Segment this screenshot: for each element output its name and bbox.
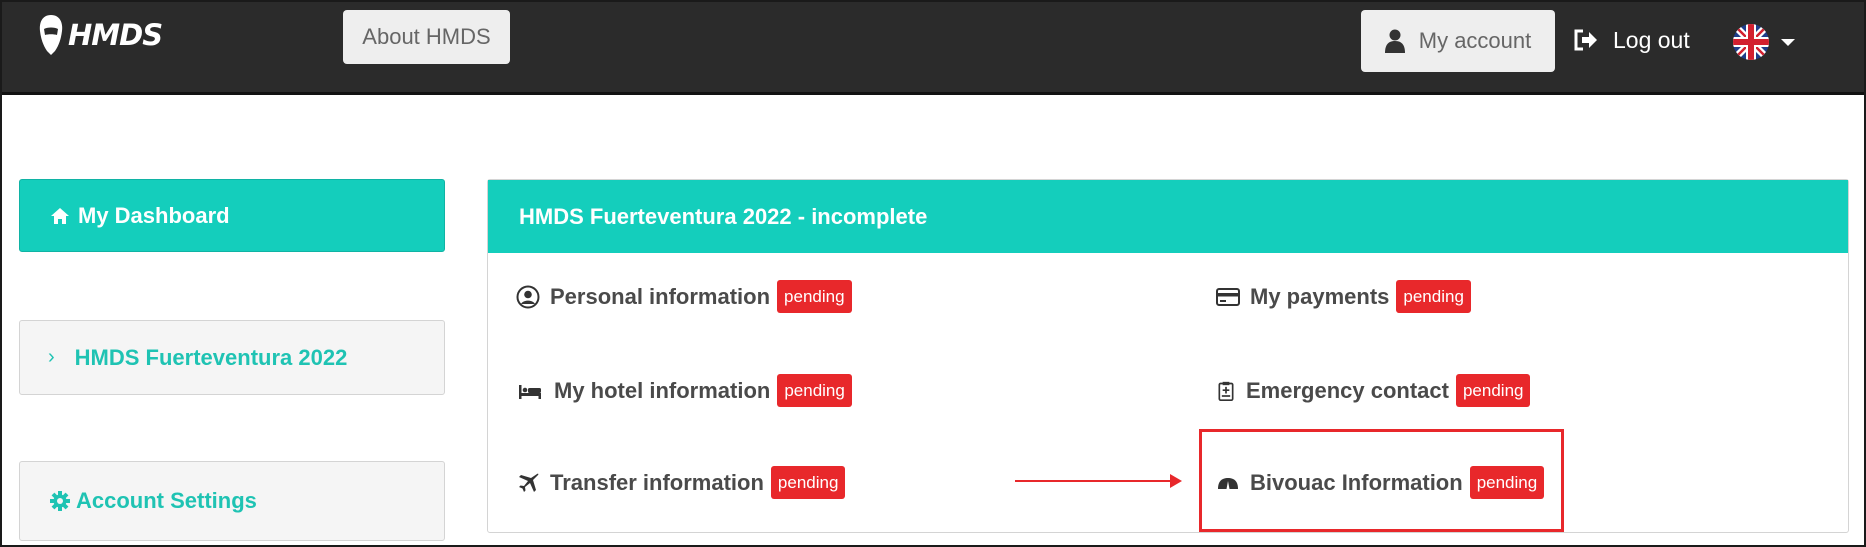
- my-dashboard-label: My Dashboard: [78, 202, 230, 228]
- uk-flag-icon: [1733, 24, 1769, 60]
- status-badge: pending: [777, 280, 852, 313]
- home-icon: [51, 207, 69, 224]
- transfer-information-item[interactable]: Transfer information pending: [516, 466, 846, 499]
- my-account-button[interactable]: My account: [1361, 10, 1555, 72]
- chevron-right-icon: ›: [48, 346, 55, 368]
- item-label: My hotel information: [554, 377, 771, 403]
- clipboard-icon: [1218, 381, 1234, 401]
- language-selector[interactable]: [1733, 20, 1795, 64]
- annotation-arrow: [1015, 474, 1182, 488]
- status-badge: pending: [770, 466, 846, 499]
- item-label: Transfer information: [550, 469, 764, 495]
- log-out-label: Log out: [1613, 26, 1690, 53]
- user-circle-icon: [516, 285, 540, 308]
- about-hmds-button[interactable]: About HMDS: [343, 10, 510, 64]
- log-out-link[interactable]: Log out: [1573, 18, 1690, 62]
- sign-out-icon: [1574, 29, 1597, 51]
- emergency-contact-item[interactable]: Emergency contact pending: [1216, 374, 1531, 407]
- event-label: HMDS Fuerteventura 2022: [74, 344, 348, 370]
- my-account-label: My account: [1418, 28, 1532, 53]
- top-navbar: HMDS About HMDS My account Log out: [0, 0, 1866, 95]
- user-icon: [1384, 29, 1405, 53]
- helmet-logo-icon: [39, 15, 63, 55]
- bed-icon: [519, 384, 541, 399]
- panel-title: HMDS Fuerteventura 2022 - incomplete: [488, 180, 1848, 253]
- item-label: Personal information: [550, 283, 771, 309]
- hmds-logo[interactable]: HMDS: [38, 12, 163, 58]
- plane-icon: [519, 473, 539, 492]
- my-payments-item[interactable]: My payments pending: [1216, 280, 1471, 313]
- sidebar-item-account-settings[interactable]: Account Settings: [19, 461, 445, 541]
- my-hotel-information-item[interactable]: My hotel information pending: [516, 374, 852, 407]
- sidebar-my-dashboard[interactable]: My Dashboard: [19, 179, 445, 252]
- status-badge: pending: [1396, 280, 1471, 313]
- sidebar-item-event[interactable]: › HMDS Fuerteventura 2022: [19, 320, 445, 395]
- personal-information-item[interactable]: Personal information pending: [516, 280, 852, 313]
- gear-icon: [50, 491, 70, 511]
- logo-text: HMDS: [68, 18, 163, 52]
- item-label: Emergency contact: [1246, 377, 1449, 403]
- chevron-down-icon: [1781, 38, 1795, 46]
- annotation-highlight-box: [1199, 429, 1564, 532]
- item-label: My payments: [1250, 283, 1390, 309]
- status-badge: pending: [777, 374, 852, 407]
- status-badge: pending: [1455, 374, 1531, 407]
- credit-card-icon: [1216, 287, 1240, 306]
- account-settings-label: Account Settings: [76, 488, 257, 513]
